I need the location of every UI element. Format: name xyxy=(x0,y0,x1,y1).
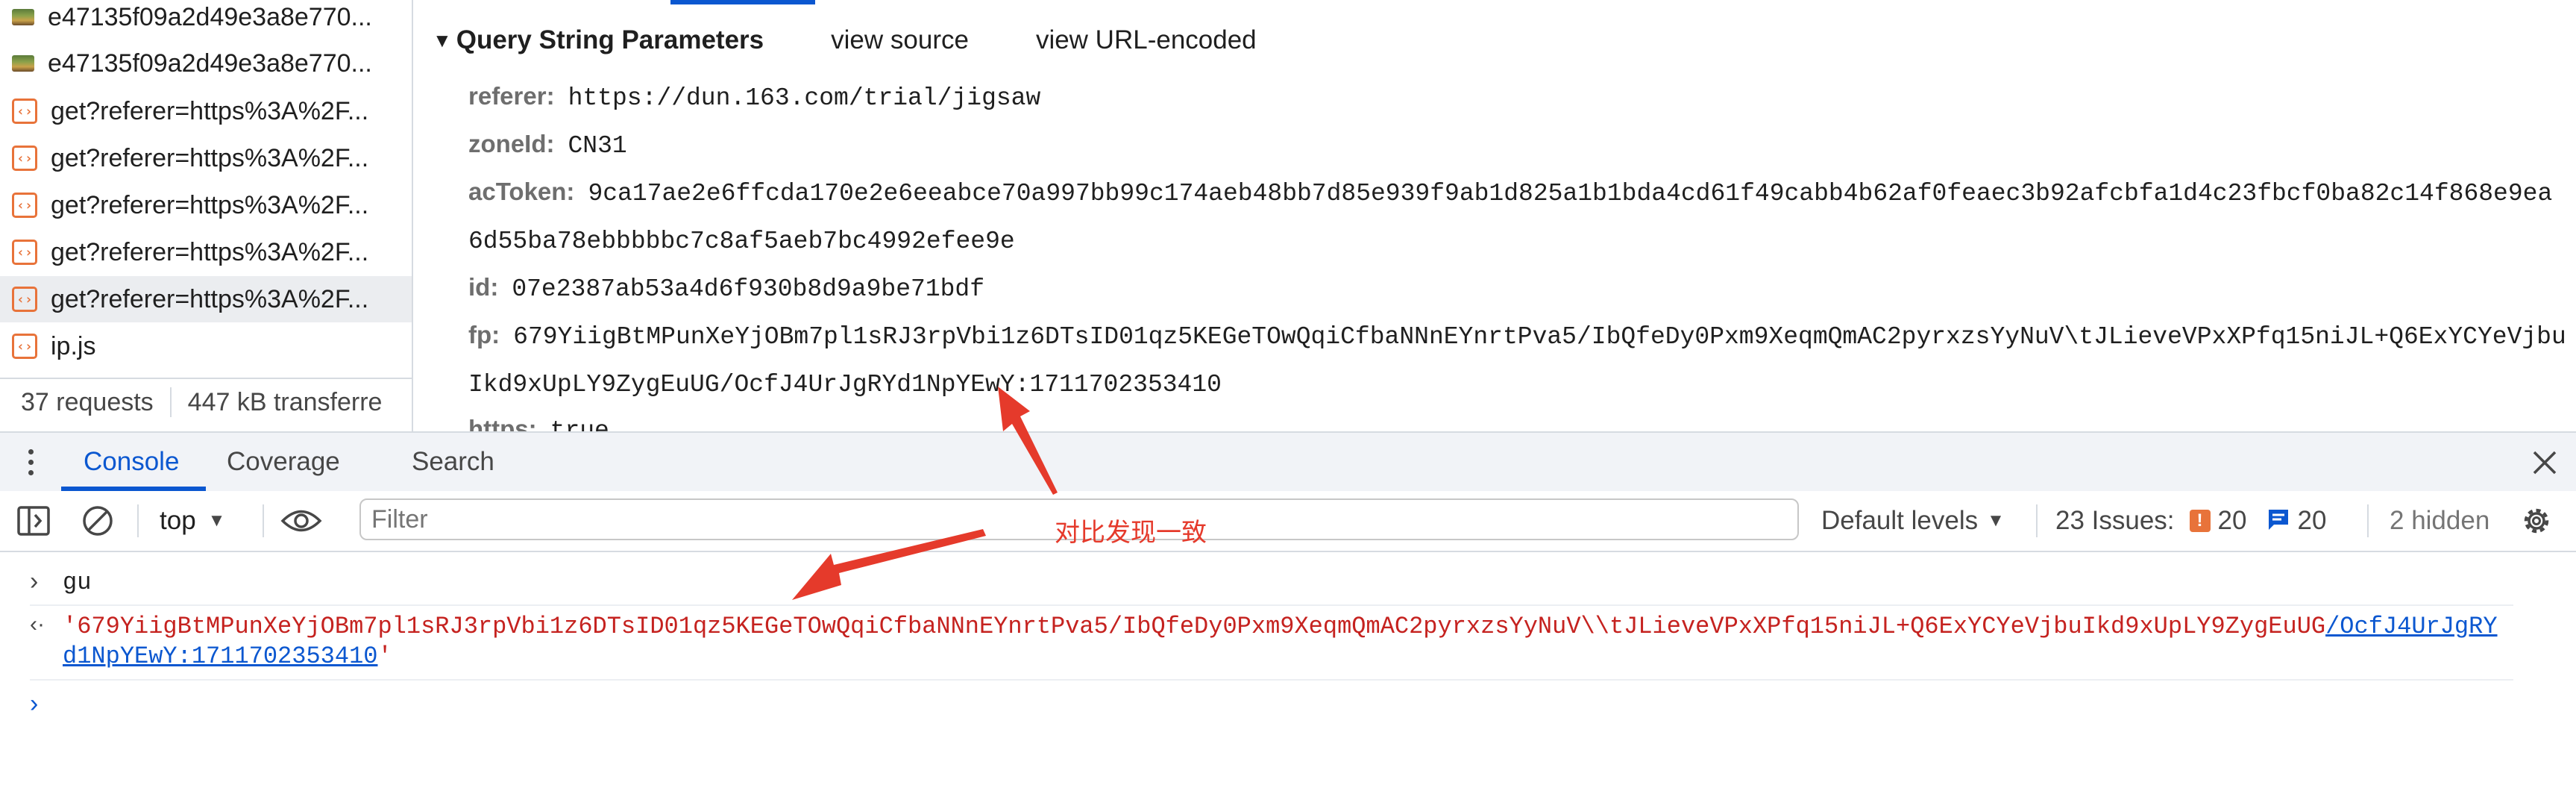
divider xyxy=(30,604,2513,606)
request-name: get?referer=https%3A%2F... xyxy=(51,284,369,313)
settings-gear-icon[interactable] xyxy=(2518,491,2555,551)
xhr-icon: ‹› xyxy=(12,99,37,124)
param-value: 679YiigBtMPunXeYjOBm7pl1sRJ3rpVbi1z6DTsI… xyxy=(513,323,2566,351)
xhr-icon: ‹› xyxy=(12,240,37,265)
request-name: ip.js xyxy=(51,331,96,360)
chevron-down-icon: ▼ xyxy=(1987,510,2005,531)
console-toolbar: top ▼ Filter Default levels ▼ 23 Issues:… xyxy=(0,491,2576,552)
clear-console-icon[interactable] xyxy=(81,491,115,551)
tab-console[interactable]: Console xyxy=(84,433,179,491)
console-output: › gu ‹· '679YiigBtMPunXeYjOBm7pl1sRJ3rpV… xyxy=(0,552,2576,791)
tab-coverage[interactable]: Coverage xyxy=(227,433,340,491)
divider xyxy=(137,504,139,537)
chevron-down-icon: ▼ xyxy=(207,510,226,531)
warning-icon: ! xyxy=(2189,510,2211,532)
request-row[interactable]: ‹› get?referer=https%3A%2F... xyxy=(0,135,412,181)
section-title[interactable]: Query String Parameters xyxy=(456,25,764,55)
console-prompt-icon[interactable]: › xyxy=(30,690,38,719)
request-count: 37 requests xyxy=(21,387,154,416)
param-row: id: 07e2387ab53a4d6f930b8d9a9be71bdf xyxy=(468,273,984,303)
param-row: https: true xyxy=(468,415,609,431)
warning-count: 20 xyxy=(2217,506,2247,535)
request-row[interactable]: e47135f09a2d49e3a8e770... xyxy=(0,0,412,40)
param-value: CN31 xyxy=(568,132,627,160)
param-key: id: xyxy=(468,273,499,301)
annotation-label: 对比发现一致 xyxy=(1055,518,1207,548)
param-value: 07e2387ab53a4d6f930b8d9a9be71bdf xyxy=(512,275,985,303)
transferred-size: 447 kB transferre xyxy=(187,387,383,416)
request-row[interactable]: e47135f09a2d49e3a8e770... xyxy=(0,40,412,87)
context-selector[interactable]: top ▼ xyxy=(160,491,225,551)
request-row[interactable]: ‹› get?referer=https%3A%2F... xyxy=(0,229,412,275)
param-key: https: xyxy=(468,415,537,431)
xhr-icon: ‹› xyxy=(12,146,37,171)
param-row-continuation: Ikd9xUpLY9ZygEuUG/OcfJ4UrJgRYd1NpYEwY:17… xyxy=(468,369,1222,398)
drawer-tab-bar: Console Coverage Search xyxy=(0,431,2576,493)
param-value: 9ca17ae2e6ffcda170e2e6eeabce70a997bb99c1… xyxy=(588,180,2553,207)
divider xyxy=(2367,504,2369,537)
result-quote: ' xyxy=(377,643,392,670)
xhr-icon: ‹› xyxy=(12,193,37,218)
payload-tab-indicator xyxy=(670,0,815,4)
info-message-icon xyxy=(2267,508,2290,534)
context-label: top xyxy=(160,506,196,535)
param-value-continuation: Ikd9xUpLY9ZygEuUG/OcfJ4UrJgRYd1NpYEwY:17… xyxy=(468,371,1222,398)
image-icon xyxy=(12,55,34,72)
param-key: acToken: xyxy=(468,178,575,205)
payload-panel: ▼ Query String Parameters view source vi… xyxy=(413,0,2576,431)
divider xyxy=(2036,504,2038,537)
param-row: fp: 679YiigBtMPunXeYjOBm7pl1sRJ3rpVbi1z6D… xyxy=(468,321,2566,351)
request-row[interactable]: ‹› get?referer=https%3A%2F... xyxy=(0,182,412,228)
info-count: 20 xyxy=(2297,506,2327,535)
request-list: e47135f09a2d49e3a8e770... e47135f09a2d49… xyxy=(0,0,413,431)
hidden-count: 2 hidden xyxy=(2390,491,2489,551)
xhr-icon: ‹› xyxy=(12,287,37,312)
param-value: https://dun.163.com/trial/jigsaw xyxy=(568,84,1041,112)
collapse-triangle-icon[interactable]: ▼ xyxy=(433,29,452,52)
param-value: true xyxy=(550,417,609,431)
network-summary: 37 requests 447 kB transferre xyxy=(0,378,412,425)
hidden-label: 2 hidden xyxy=(2390,506,2490,535)
request-name: get?referer=https%3A%2F... xyxy=(51,190,369,219)
param-key: fp: xyxy=(468,321,500,348)
divider xyxy=(169,387,172,417)
request-name: get?referer=https%3A%2F... xyxy=(51,96,369,125)
live-expression-eye-icon[interactable] xyxy=(280,491,322,551)
more-options-icon[interactable] xyxy=(27,446,34,479)
sidebar-toggle-icon[interactable] xyxy=(16,491,51,551)
request-row[interactable]: ‹› ip.js xyxy=(0,323,412,369)
request-name: get?referer=https%3A%2F... xyxy=(51,143,369,172)
request-name: get?referer=https%3A%2F... xyxy=(51,237,369,266)
close-icon[interactable] xyxy=(2528,446,2561,479)
network-panel: e47135f09a2d49e3a8e770... e47135f09a2d49… xyxy=(0,0,2576,431)
console-result: '679YiigBtMPunXeYjOBm7pl1sRJ3rpVbi1z6DTs… xyxy=(63,612,2509,672)
param-row: acToken: 9ca17ae2e6ffcda170e2e6eeabce70a9… xyxy=(468,178,2552,207)
levels-label: Default levels xyxy=(1821,506,1979,535)
xhr-icon: ‹› xyxy=(12,334,37,359)
issues-button[interactable]: 23 Issues: ! 20 20 xyxy=(2055,491,2326,551)
param-key: zoneId: xyxy=(468,130,555,157)
issues-label: 23 Issues: xyxy=(2055,506,2175,535)
param-row: referer: https://dun.163.com/trial/jigsaw xyxy=(468,82,1040,112)
param-row: zoneId: CN31 xyxy=(468,130,627,160)
console-input: gu xyxy=(63,569,92,596)
divider xyxy=(30,679,2513,681)
divider xyxy=(263,504,264,537)
result-arrow-icon: ‹· xyxy=(30,612,45,637)
request-name: e47135f09a2d49e3a8e770... xyxy=(48,49,372,78)
param-value-continuation: 6d55ba78ebbbbbc7c8af5aeb7bc4992efee9e xyxy=(468,228,1015,255)
log-levels-dropdown[interactable]: Default levels ▼ xyxy=(1821,491,2005,551)
image-icon xyxy=(12,9,34,25)
input-prompt-icon: › xyxy=(30,567,39,595)
request-row[interactable]: ‹› get?referer=https%3A%2F... xyxy=(0,88,412,134)
result-string: '679YiigBtMPunXeYjOBm7pl1sRJ3rpVbi1z6DTs… xyxy=(63,613,2326,640)
params-header: ▼ Query String Parameters view source vi… xyxy=(433,25,1324,55)
param-row-continuation: 6d55ba78ebbbbbc7c8af5aeb7bc4992efee9e xyxy=(468,225,1015,255)
view-source-link[interactable]: view source xyxy=(831,25,969,55)
view-url-encoded-link[interactable]: view URL-encoded xyxy=(1036,25,1257,55)
request-name: e47135f09a2d49e3a8e770... xyxy=(48,2,372,31)
tab-search[interactable]: Search xyxy=(412,433,494,491)
param-key: referer: xyxy=(468,82,555,110)
request-row-selected[interactable]: ‹› get?referer=https%3A%2F... xyxy=(0,276,412,322)
